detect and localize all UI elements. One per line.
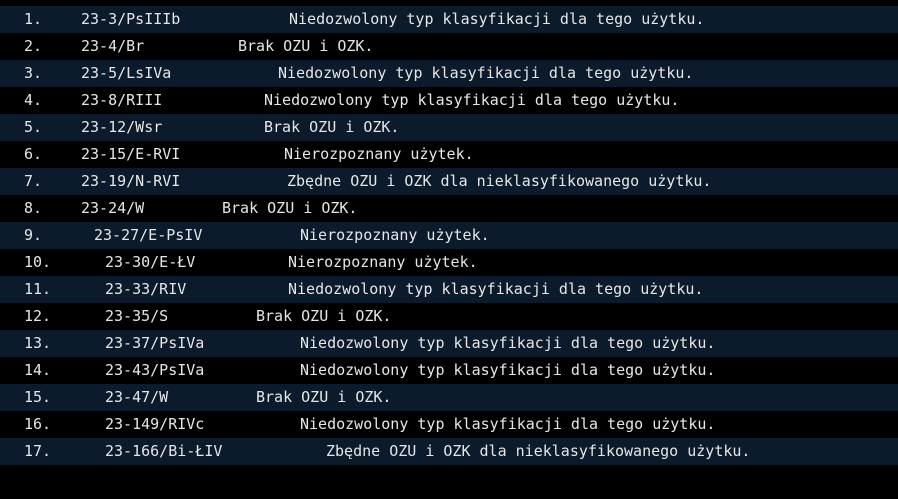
list-item: 17. 23-166/Bi-ŁIV Zbędne OZU i OZK dla n… xyxy=(0,438,898,465)
item-code: 23-149/RIVc xyxy=(105,415,205,433)
item-number: 3. xyxy=(24,64,43,82)
list-item: 16. 23-149/RIVc Niedozwolony typ klasyfi… xyxy=(0,411,898,438)
item-code: 23-15/E-RVI xyxy=(81,145,181,163)
item-code: 23-19/N-RVI xyxy=(81,172,181,190)
item-message: Zbędne OZU i OZK dla nieklasyfikowanego … xyxy=(287,172,712,190)
list-item: 6. 23-15/E-RVI Nierozpoznany użytek. xyxy=(0,141,898,168)
item-number: 13. xyxy=(24,334,52,352)
item-code: 23-8/RIII xyxy=(81,91,163,109)
item-message: Nierozpoznany użytek. xyxy=(300,226,490,244)
item-message: Niedozwolony typ klasyfikacji dla tego u… xyxy=(278,64,694,82)
list-item: 3. 23-5/LsIVa Niedozwolony typ klasyfika… xyxy=(0,60,898,87)
item-number: 10. xyxy=(24,253,52,271)
item-number: 6. xyxy=(24,145,43,163)
item-number: 2. xyxy=(24,37,43,55)
item-code: 23-37/PsIVa xyxy=(105,334,205,352)
item-number: 4. xyxy=(24,91,43,109)
item-code: 23-43/PsIVa xyxy=(105,361,205,379)
list-item: 13. 23-37/PsIVa Niedozwolony typ klasyfi… xyxy=(0,330,898,357)
item-code: 23-47/W xyxy=(105,388,169,406)
item-message: Zbędne OZU i OZK dla nieklasyfikowanego … xyxy=(326,442,751,460)
item-number: 7. xyxy=(24,172,43,190)
item-code: 23-12/Wsr xyxy=(81,118,163,136)
item-message: Niedozwolony typ klasyfikacji dla tego u… xyxy=(300,361,716,379)
item-message: Brak OZU i OZK. xyxy=(238,37,374,55)
list-item: 9. 23-27/E-PsIV Nierozpoznany użytek. xyxy=(0,222,898,249)
item-message: Niedozwolony typ klasyfikacji dla tego u… xyxy=(300,334,716,352)
item-message: Brak OZU i OZK. xyxy=(256,388,392,406)
list-item: 14. 23-43/PsIVa Niedozwolony typ klasyfi… xyxy=(0,357,898,384)
item-message: Brak OZU i OZK. xyxy=(256,307,392,325)
item-number: 5. xyxy=(24,118,43,136)
list-item: 1. 23-3/PsIIIb Niedozwolony typ klasyfik… xyxy=(0,6,898,33)
terminal-output: 1. 23-3/PsIIIb Niedozwolony typ klasyfik… xyxy=(0,0,898,499)
list-item: 8. 23-24/W Brak OZU i OZK. xyxy=(0,195,898,222)
item-code: 23-4/Br xyxy=(81,37,145,55)
item-number: 15. xyxy=(24,388,52,406)
item-number: 1. xyxy=(24,10,43,28)
item-message: Brak OZU i OZK. xyxy=(222,199,358,217)
item-message: Nierozpoznany użytek. xyxy=(288,253,478,271)
item-message: Niedozwolony typ klasyfikacji dla tego u… xyxy=(288,280,704,298)
item-code: 23-5/LsIVa xyxy=(81,64,172,82)
item-number: 12. xyxy=(24,307,52,325)
item-code: 23-27/E-PsIV xyxy=(94,226,203,244)
list-item: 2. 23-4/Br Brak OZU i OZK. xyxy=(0,33,898,60)
item-number: 16. xyxy=(24,415,52,433)
list-item: 15. 23-47/W Brak OZU i OZK. xyxy=(0,384,898,411)
item-message: Brak OZU i OZK. xyxy=(264,118,400,136)
item-number: 17. xyxy=(24,442,52,460)
item-code: 23-24/W xyxy=(81,199,145,217)
item-message: Nierozpoznany użytek. xyxy=(284,145,474,163)
list-item: 5. 23-12/Wsr Brak OZU i OZK. xyxy=(0,114,898,141)
item-number: 14. xyxy=(24,361,52,379)
list-item: 4. 23-8/RIII Niedozwolony typ klasyfikac… xyxy=(0,87,898,114)
item-message: Niedozwolony typ klasyfikacji dla tego u… xyxy=(264,91,680,109)
item-number: 8. xyxy=(24,199,43,217)
list-item: 7. 23-19/N-RVI Zbędne OZU i OZK dla niek… xyxy=(0,168,898,195)
item-code: 23-35/S xyxy=(105,307,169,325)
list-item: 12. 23-35/S Brak OZU i OZK. xyxy=(0,303,898,330)
item-code: 23-166/Bi-ŁIV xyxy=(105,442,223,460)
list-item: 10. 23-30/E-ŁV Nierozpoznany użytek. xyxy=(0,249,898,276)
item-number: 9. xyxy=(24,226,43,244)
item-code: 23-33/RIV xyxy=(105,280,187,298)
item-message: Niedozwolony typ klasyfikacji dla tego u… xyxy=(300,415,716,433)
list-item: 11. 23-33/RIV Niedozwolony typ klasyfika… xyxy=(0,276,898,303)
item-message: Niedozwolony typ klasyfikacji dla tego u… xyxy=(289,10,705,28)
item-code: 23-30/E-ŁV xyxy=(105,253,196,271)
item-number: 11. xyxy=(24,280,52,298)
item-code: 23-3/PsIIIb xyxy=(81,10,181,28)
